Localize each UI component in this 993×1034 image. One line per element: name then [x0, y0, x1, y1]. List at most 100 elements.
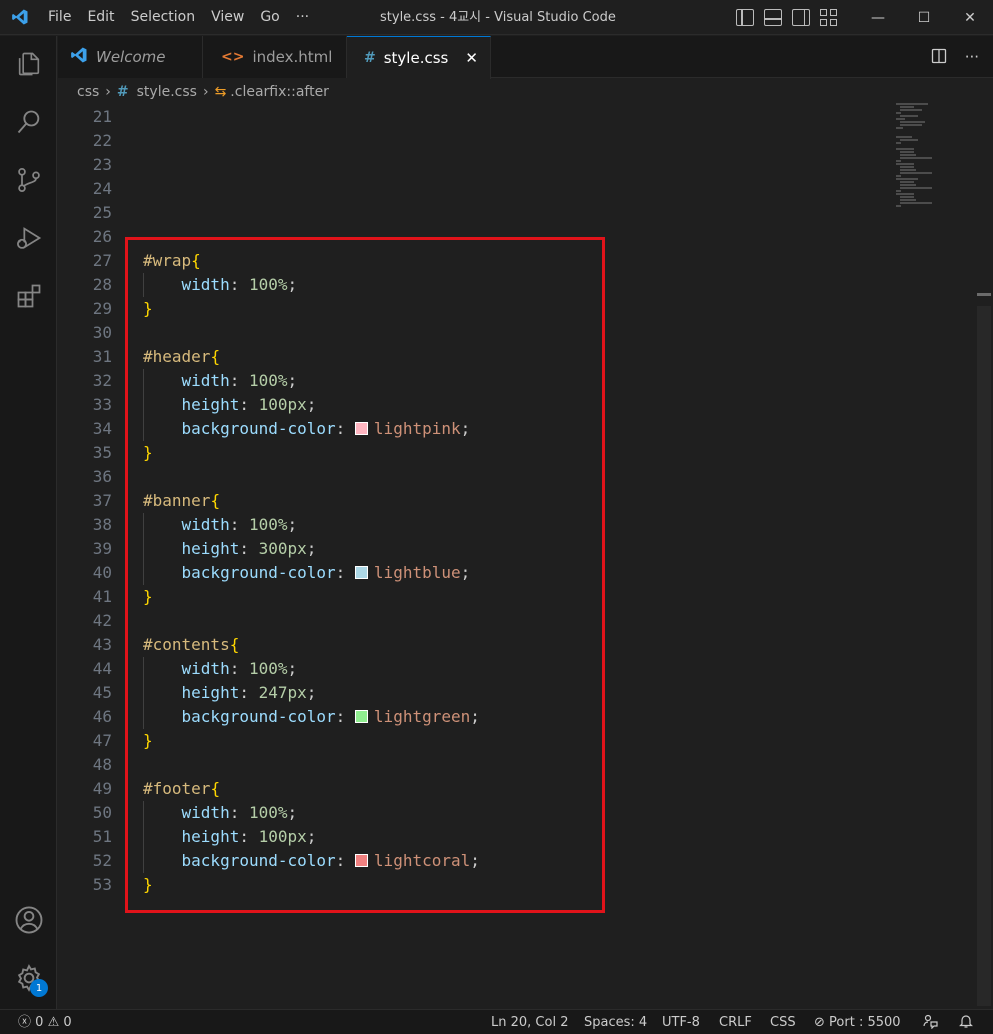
indentation[interactable]: Spaces: 4: [584, 1010, 647, 1034]
encoding[interactable]: UTF-8: [662, 1010, 700, 1034]
line-number: 47: [92, 731, 112, 750]
tab-style-css[interactable]: # style.css ✕: [347, 36, 491, 79]
minimap-line: [896, 118, 905, 120]
vscode-logo-icon: [0, 0, 40, 35]
minimap-line: [900, 184, 917, 186]
tab-index-html[interactable]: <> index.html: [203, 36, 347, 78]
code-line: 25: [58, 201, 908, 225]
menu-item[interactable]: View: [203, 0, 252, 35]
minimap-line: [896, 148, 914, 150]
chevron-right-icon: ›: [202, 84, 209, 100]
line-number: 26: [92, 227, 112, 246]
window-controls: — ☐ ✕: [855, 0, 993, 35]
minimap-line: [900, 121, 926, 123]
minimap-line: [900, 109, 922, 111]
menu-item[interactable]: File: [40, 0, 79, 35]
line-number: 42: [92, 611, 112, 630]
live-server-port[interactable]: ⊘ Port : 5500: [814, 1010, 901, 1034]
close-window-icon[interactable]: ✕: [947, 0, 993, 35]
css-hash-icon: #: [364, 50, 376, 66]
line-number: 30: [92, 323, 112, 342]
layout-controls: [736, 9, 838, 26]
breadcrumb-symbol[interactable]: .clearfix::after: [230, 84, 329, 100]
line-number: 36: [92, 467, 112, 486]
line-number: 46: [92, 707, 112, 726]
error-count: 0: [35, 1015, 44, 1030]
menu-item[interactable]: Go: [252, 0, 287, 35]
toggle-primary-sidebar-icon[interactable]: [736, 9, 754, 26]
split-editor-icon[interactable]: [931, 48, 947, 68]
line-number: 41: [92, 587, 112, 606]
close-tab-icon[interactable]: ✕: [465, 49, 478, 67]
error-icon: ⓧ: [18, 1015, 32, 1030]
feedback-icon[interactable]: [922, 1010, 938, 1034]
maximize-icon[interactable]: ☐: [901, 0, 947, 35]
editor-actions: ···: [931, 48, 979, 68]
line-number: 37: [92, 491, 112, 510]
tab-welcome[interactable]: Welcome: [58, 36, 203, 78]
line-number: 33: [92, 395, 112, 414]
vscode-icon: [70, 46, 88, 68]
warning-icon: ⚠: [47, 1015, 60, 1030]
cursor-position[interactable]: Ln 20, Col 2: [491, 1010, 568, 1034]
tab-bar: Welcome <> index.html # style.css ✕ ···: [58, 36, 993, 79]
minimap-line: [900, 124, 922, 126]
minimap-line: [900, 106, 915, 108]
menu-item[interactable]: Edit: [79, 0, 122, 35]
chevron-right-icon: ›: [105, 84, 111, 100]
minimap-line: [896, 136, 913, 138]
minimap-line: [900, 181, 915, 183]
port-disabled-icon: ⊘: [814, 1015, 825, 1030]
line-number: 51: [92, 827, 112, 846]
vertical-scrollbar[interactable]: [977, 306, 991, 1006]
minimap-line: [900, 199, 917, 201]
minimap-line: [896, 178, 918, 180]
account-icon[interactable]: [0, 896, 57, 944]
explorer-icon[interactable]: [0, 40, 57, 88]
menu-item[interactable]: Selection: [123, 0, 204, 35]
code-line: 22: [58, 129, 908, 153]
line-number: 28: [92, 275, 112, 294]
breadcrumb-file[interactable]: style.css: [137, 84, 197, 100]
minimize-icon[interactable]: —: [855, 0, 901, 35]
toggle-secondary-sidebar-icon[interactable]: [792, 9, 810, 26]
line-number: 48: [92, 755, 112, 774]
minimap-line: [900, 172, 933, 174]
toggle-panel-icon[interactable]: [764, 9, 782, 26]
line-number: 21: [92, 107, 112, 126]
minimap-line: [896, 175, 902, 177]
run-debug-icon[interactable]: [0, 214, 57, 262]
minimap-line: [896, 190, 902, 192]
line-number: 50: [92, 803, 112, 822]
language-mode[interactable]: CSS: [770, 1010, 796, 1034]
minimap-line: [896, 160, 902, 162]
menu-item[interactable]: ···: [288, 0, 317, 35]
tab-label: index.html: [252, 48, 333, 66]
minimap[interactable]: [896, 103, 980, 223]
minimap-line: [900, 115, 918, 117]
notifications-bell-icon[interactable]: [958, 1010, 974, 1034]
customize-layout-icon[interactable]: [820, 9, 838, 26]
line-number: 25: [92, 203, 112, 222]
line-number: 35: [92, 443, 112, 462]
settings-gear-icon[interactable]: [0, 954, 57, 1002]
more-actions-icon[interactable]: ···: [965, 48, 979, 68]
line-number: 49: [92, 779, 112, 798]
minimap-line: [900, 154, 917, 156]
tab-label: Welcome: [96, 48, 166, 66]
extensions-icon[interactable]: [0, 272, 57, 320]
problems-indicator[interactable]: ⓧ 0 ⚠ 0: [18, 1010, 72, 1034]
line-number: 53: [92, 875, 112, 894]
window-title: style.css - 4교시 - Visual Studio Code: [380, 10, 616, 25]
source-control-icon[interactable]: [0, 156, 57, 204]
search-icon[interactable]: [0, 98, 57, 146]
line-number: 38: [92, 515, 112, 534]
minimap-line: [900, 202, 933, 204]
line-number: 24: [92, 179, 112, 198]
settings-update-badge: 1: [30, 979, 48, 997]
activity-bar: [0, 36, 57, 1009]
breadcrumb: css › # style.css › ⇆ .clearfix::after: [58, 79, 993, 105]
css-hash-icon: #: [116, 84, 129, 100]
end-of-line[interactable]: CRLF: [719, 1010, 752, 1034]
breadcrumb-folder[interactable]: css: [77, 84, 99, 100]
